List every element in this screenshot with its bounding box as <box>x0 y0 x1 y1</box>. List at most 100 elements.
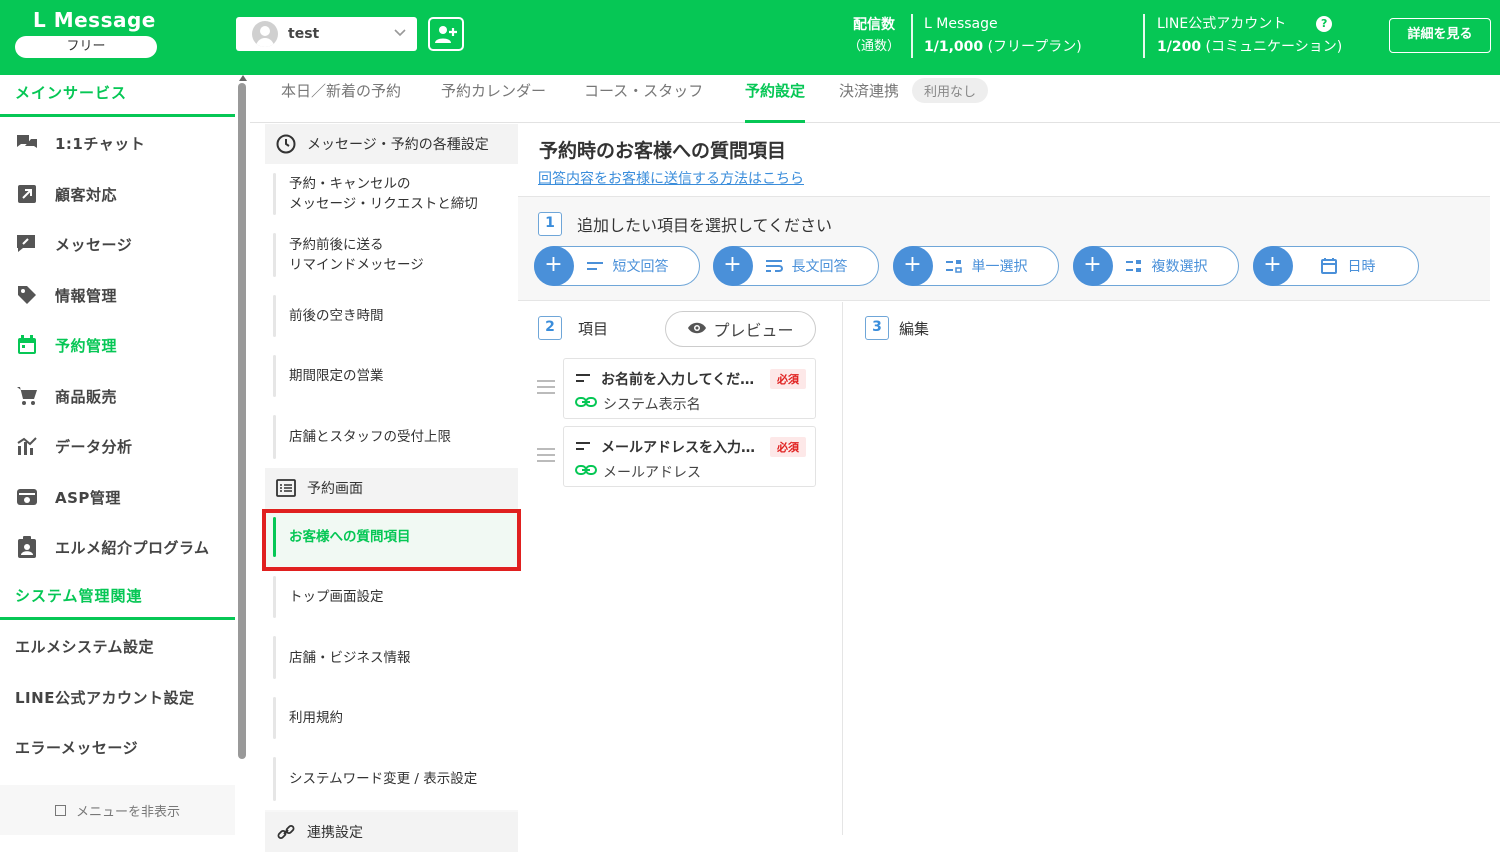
question-title-row: メールアドレスを入力… <box>575 437 755 457</box>
cart-icon <box>14 385 40 407</box>
sidebar-item-line-settings[interactable]: LINE公式アカウント設定 <box>15 687 194 708</box>
nav-item-cancel-deadline[interactable]: 予約・キャンセルの メッセージ・リクエストと締切 <box>265 164 518 224</box>
sidebar-item-referral[interactable]: エルメ紹介プログラム <box>0 523 235 571</box>
arrow-box-icon <box>14 183 40 205</box>
add-user-button[interactable] <box>428 17 464 51</box>
step-number: 1 <box>538 212 562 236</box>
details-button[interactable]: 詳細を見る <box>1389 18 1491 53</box>
chevron-down-icon <box>393 25 407 43</box>
add-datetime-button[interactable]: + 日時 <box>1252 246 1419 286</box>
nav-group-label: 予約画面 <box>307 481 363 497</box>
drag-handle-icon[interactable] <box>537 448 555 462</box>
tab-payment[interactable]: 決済連携 <box>839 81 899 123</box>
tab-reservation-settings[interactable]: 予約設定 <box>745 81 806 123</box>
sidebar-item-chat[interactable]: 1:1チャット <box>0 119 235 167</box>
add-long-text-button[interactable]: + 長文回答 <box>712 246 879 286</box>
step1-header: 1 追加したい項目を選択してください <box>538 212 832 236</box>
question-item[interactable]: お名前を入力してくだ… 必須 システム表示名 <box>563 358 816 419</box>
hide-menu-button[interactable]: メニューを非表示 <box>0 785 235 835</box>
sidebar-item-info[interactable]: 情報管理 <box>0 271 235 319</box>
preview-button[interactable]: プレビュー <box>665 311 816 347</box>
sidebar-scrollbar[interactable] <box>238 83 246 759</box>
help-icon[interactable]: ? <box>1316 16 1333 32</box>
stat-label: 配信数 <box>853 17 895 33</box>
add-short-text-button[interactable]: + 短文回答 <box>533 246 700 286</box>
sidebar-item-label: ASP管理 <box>55 488 121 507</box>
question-title: お名前を入力してくだ… <box>601 372 755 388</box>
scroll-up-arrow[interactable] <box>239 75 247 81</box>
nav-item-limited-business[interactable]: 期間限定の営業 <box>265 346 518 406</box>
nav-item-buffer-time[interactable]: 前後の空き時間 <box>265 286 518 346</box>
plus-icon: + <box>892 246 933 286</box>
plan-badge: フリー <box>15 36 157 58</box>
nav-item-top-screen[interactable]: トップ画面設定 <box>265 567 518 627</box>
nav-item-reminder[interactable]: 予約前後に送る リマインドメッセージ <box>265 224 518 286</box>
nav-item-capacity-limit[interactable]: 店舗とスタッフの受付上限 <box>265 406 518 468</box>
lmessage-plan: (フリープラン) <box>987 39 1082 55</box>
add-single-select-button[interactable]: + 単一選択 <box>892 246 1059 286</box>
line-plan: (コミュニケーション) <box>1205 39 1343 55</box>
plus-icon: + <box>1252 246 1293 286</box>
nav-group-integration: 連携設定 <box>265 812 518 852</box>
calendar-icon <box>14 334 40 356</box>
add-user-icon <box>435 26 457 43</box>
question-item[interactable]: メールアドレスを入力… 必須 メールアドレス <box>563 426 816 487</box>
question-mapping-row: システム表示名 <box>575 394 701 414</box>
sidebar: メインサービス 1:1チャット 顧客対応 メッセージ 情報管理 予約管理 商品販… <box>0 75 250 835</box>
stat-sublabel: （通数） <box>848 39 901 54</box>
step-number: 2 <box>538 316 562 340</box>
brand[interactable]: L Message フリー <box>15 8 157 58</box>
tag-icon <box>14 284 40 306</box>
sidebar-item-label: 顧客対応 <box>55 185 118 204</box>
collapse-icon <box>54 804 66 816</box>
highlight-box <box>262 509 521 571</box>
divider <box>911 14 913 58</box>
question-mapping-row: メールアドレス <box>575 462 701 482</box>
tab-course-staff[interactable]: コース・スタッフ <box>584 81 703 123</box>
eye-icon <box>687 320 707 339</box>
message-edit-icon <box>14 233 40 255</box>
account-select[interactable]: test <box>236 17 417 51</box>
avatar <box>252 21 278 47</box>
preview-label: プレビュー <box>713 321 794 340</box>
section-system: システム管理関連 <box>15 587 143 605</box>
nav-group-label: 連携設定 <box>307 825 363 841</box>
brand-name: L Message <box>33 8 156 32</box>
question-type-label: 日時 <box>1347 259 1376 275</box>
link-icon <box>575 464 597 480</box>
chart-icon <box>14 435 40 457</box>
nav-item-terms[interactable]: 利用規約 <box>265 688 518 748</box>
delivery-count-label: 配信数 （通数） <box>848 14 900 58</box>
step-number: 3 <box>865 316 889 340</box>
help-link[interactable]: 回答内容をお客様に送信する方法はこちら <box>538 168 804 188</box>
nav-item-system-words[interactable]: システムワード変更 / 表示設定 <box>265 748 518 810</box>
tab-today[interactable]: 本日／新着の予約 <box>281 81 401 123</box>
short-text-icon <box>575 439 591 455</box>
sidebar-item-system-settings[interactable]: エルメシステム設定 <box>15 636 154 657</box>
sidebar-item-label: メッセージ <box>55 235 133 254</box>
sidebar-item-sales[interactable]: 商品販売 <box>0 372 235 420</box>
question-mapping: メールアドレス <box>603 465 701 481</box>
chat-icon <box>14 132 40 154</box>
question-type-label: 短文回答 <box>612 259 669 275</box>
sidebar-item-asp[interactable]: ASP管理 <box>0 473 235 521</box>
nav-group-label: メッセージ・予約の各種設定 <box>307 137 489 153</box>
sidebar-item-reservation[interactable]: 予約管理 <box>0 321 235 369</box>
sidebar-item-message[interactable]: メッセージ <box>0 220 235 268</box>
sidebar-item-error-messages[interactable]: エラーメッセージ <box>15 737 138 758</box>
step2-header: 2 項目 <box>538 316 608 340</box>
sidebar-item-analytics[interactable]: データ分析 <box>0 422 235 470</box>
add-multi-select-button[interactable]: + 複数選択 <box>1072 246 1239 286</box>
line-value: 1/200 <box>1157 39 1202 55</box>
nav-item-business-info[interactable]: 店舗・ビジネス情報 <box>265 627 518 688</box>
question-type-label: 単一選択 <box>971 259 1028 275</box>
page-title: 予約時のお客様への質問項目 <box>539 140 787 162</box>
tab-calendar[interactable]: 予約カレンダー <box>441 81 546 123</box>
question-type-label: 長文回答 <box>791 259 848 275</box>
sidebar-item-customer[interactable]: 顧客対応 <box>0 170 235 218</box>
drag-handle-icon[interactable] <box>537 380 555 394</box>
short-text-icon <box>586 259 604 273</box>
reservation-tabs: 本日／新着の予約 予約カレンダー コース・スタッフ 予約設定 決済連携 利用なし <box>250 75 1500 123</box>
long-text-icon <box>765 259 783 273</box>
question-type-label: 複数選択 <box>1151 259 1208 275</box>
